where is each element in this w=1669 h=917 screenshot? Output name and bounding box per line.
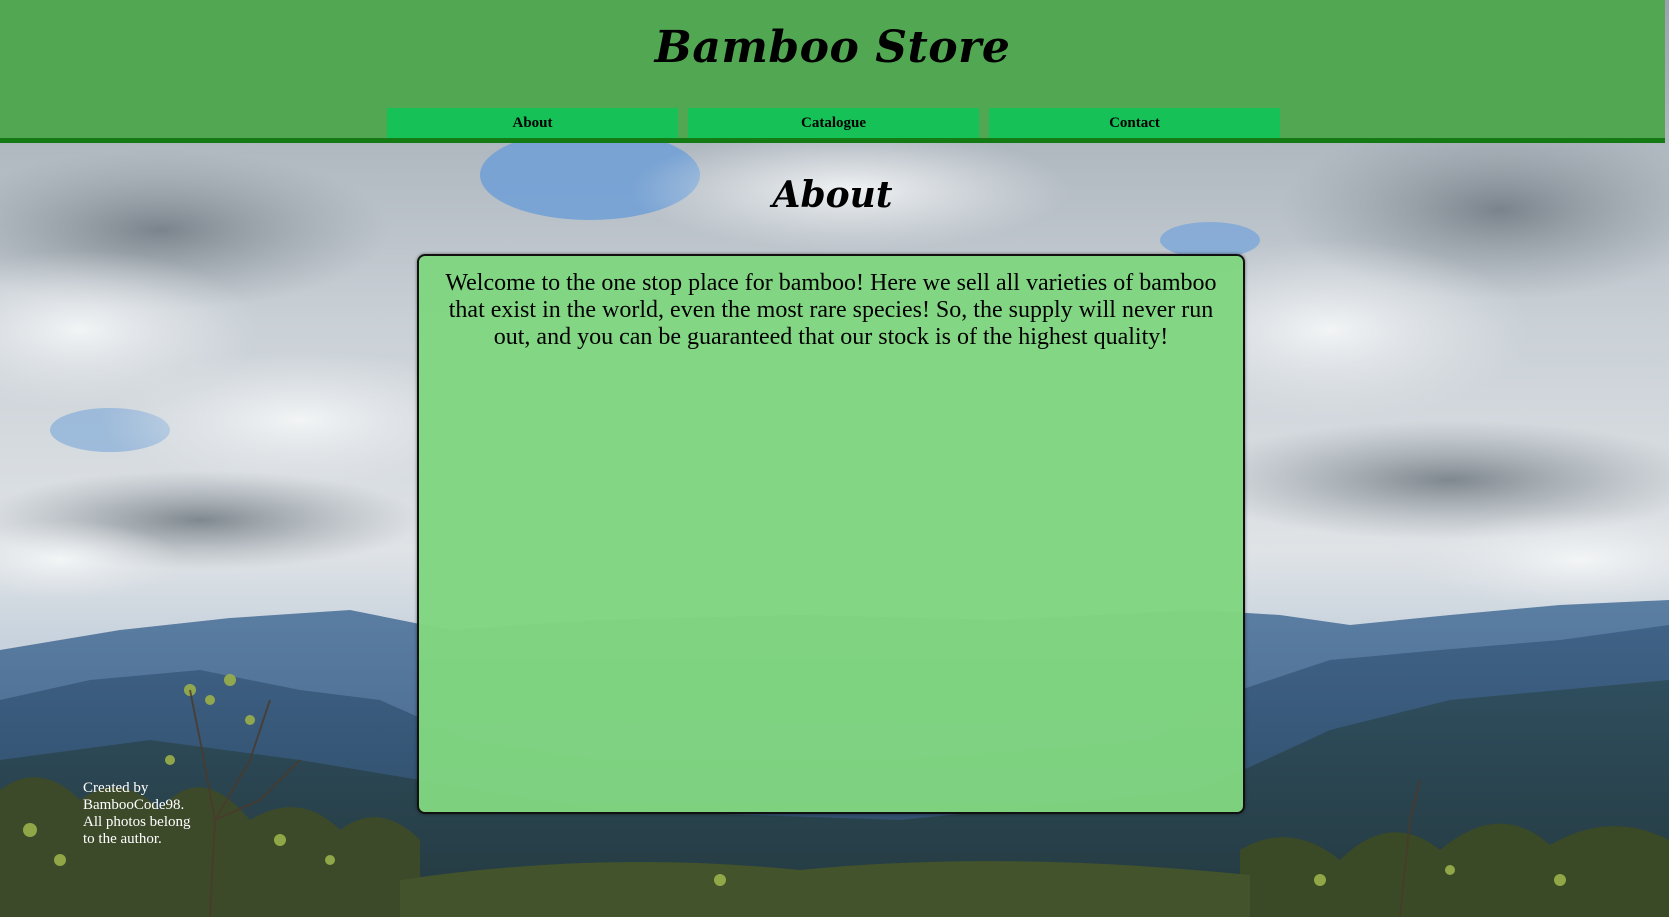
main-nav: About Catalogue Contact <box>387 108 1280 138</box>
nav-catalogue[interactable]: Catalogue <box>688 108 979 138</box>
site-header: Bamboo Store About Catalogue Contact <box>0 0 1665 143</box>
page-heading: About <box>772 174 893 216</box>
about-content-box: Welcome to the one stop place for bamboo… <box>417 254 1245 814</box>
about-text: Welcome to the one stop place for bamboo… <box>445 270 1217 350</box>
nav-about[interactable]: About <box>387 108 678 138</box>
nav-contact[interactable]: Contact <box>989 108 1280 138</box>
author-credit: Created by BambooCode98. All photos belo… <box>83 780 191 847</box>
site-title: Bamboo Store <box>654 22 1011 73</box>
